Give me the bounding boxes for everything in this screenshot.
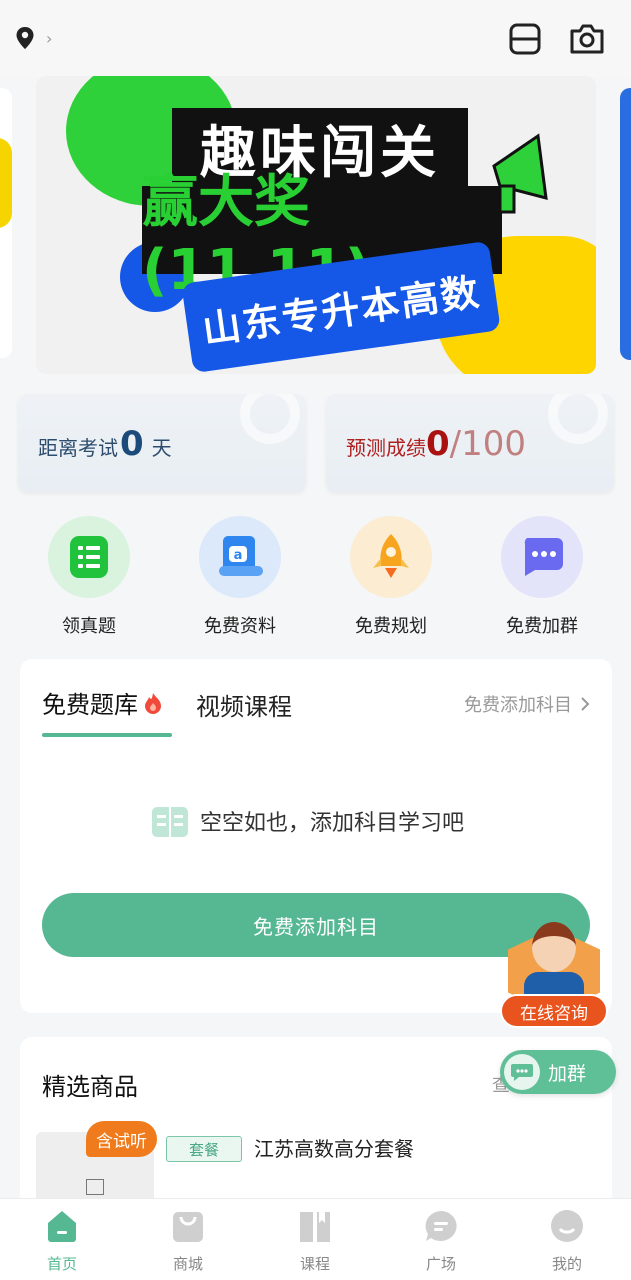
bottom-tab-bar: 首页 商城 课程 广场 我的 (0, 1198, 631, 1280)
gear-decoration-icon (548, 394, 608, 444)
tab-video-courses[interactable]: 视频课程 (196, 687, 292, 722)
tab-active-indicator (42, 733, 172, 737)
chevron-right-icon (581, 697, 590, 711)
tab-label: 广场 (425, 1255, 456, 1273)
quick-action-label: 免费资料 (204, 616, 276, 637)
agent-avatar-icon (532, 922, 576, 972)
quick-action-free-group[interactable]: 免费加群 (497, 516, 587, 638)
chat-bubble-icon (501, 516, 583, 598)
tab-store[interactable]: 商城 (148, 1209, 228, 1274)
megaphone-icon (492, 133, 548, 214)
exam-countdown-card[interactable]: 距离考试 0 天 (18, 394, 306, 492)
tab-home[interactable]: 首页 (22, 1209, 102, 1274)
join-group-label: 加群 (548, 1062, 587, 1085)
package-tag: 套餐 (166, 1136, 242, 1162)
quick-action-label: 免费规划 (355, 616, 427, 637)
scan-icon[interactable] (506, 20, 544, 58)
quick-action-free-planning[interactable]: 免费规划 (346, 516, 436, 638)
gear-decoration-icon (240, 394, 300, 444)
message-icon (425, 1211, 457, 1241)
trial-badge: 含试听 (86, 1121, 157, 1157)
location-pin-icon (16, 27, 34, 49)
chat-icon (504, 1054, 540, 1090)
predicted-score-value: 0 (426, 424, 450, 464)
tab-profile[interactable]: 我的 (527, 1209, 607, 1274)
empty-state-text: 空空如也，添加科目学习吧 (200, 811, 465, 836)
camera-icon[interactable] (568, 20, 606, 58)
tab-label: 课程 (299, 1255, 330, 1273)
document-scroll-icon: a (199, 516, 281, 598)
rocket-icon (350, 516, 432, 598)
quick-action-free-materials[interactable]: a 免费资料 (195, 516, 285, 638)
tab-label: 我的 (551, 1255, 582, 1273)
profile-icon (551, 1210, 583, 1242)
join-group-button[interactable]: 加群 (500, 1050, 616, 1094)
svg-text:a: a (234, 548, 243, 563)
empty-book-icon (152, 807, 188, 837)
predicted-score-label: 预测成绩 (346, 436, 426, 460)
exam-countdown-unit: 天 (151, 436, 172, 460)
predicted-score-card[interactable]: 预测成绩 0 /100 (326, 394, 614, 492)
shopping-bag-icon (173, 1212, 203, 1242)
tab-free-question-bank[interactable]: 免费题库 (42, 685, 164, 720)
banner-prev-peek[interactable] (0, 88, 12, 358)
promo-banner[interactable]: 趣味闯关 赢大奖(11.11) 山东专升本高数 (36, 76, 596, 374)
empty-state: 空空如也，添加科目学习吧 (150, 803, 464, 839)
banner-next-peek[interactable] (620, 88, 631, 360)
tab-square[interactable]: 广场 (401, 1209, 481, 1274)
tab-label: 首页 (46, 1255, 77, 1273)
quick-action-label: 免费加群 (506, 616, 578, 637)
add-subject-link-label: 免费添加科目 (464, 695, 572, 716)
image-placeholder-icon (86, 1179, 104, 1195)
tab-label: 免费题库 (42, 691, 138, 719)
quick-action-exam-papers[interactable]: 领真题 (44, 516, 134, 638)
exam-paper-icon (48, 516, 130, 598)
chevron-right-icon: › (46, 28, 53, 48)
predicted-score-total: /100 (449, 424, 527, 464)
add-subject-link[interactable]: 免费添加科目 (464, 691, 590, 717)
top-bar: › (0, 0, 631, 78)
online-consult-widget[interactable]: 在线咨询 (500, 918, 610, 1030)
book-icon (300, 1212, 330, 1242)
tab-courses[interactable]: 课程 (275, 1209, 355, 1274)
product-name[interactable]: 江苏高数高分套餐 (254, 1133, 414, 1162)
exam-countdown-label: 距离考试 (38, 436, 118, 460)
exam-countdown-value: 0 (120, 424, 144, 464)
tab-label: 商城 (172, 1255, 203, 1273)
online-consult-label: 在线咨询 (500, 994, 608, 1028)
fire-icon (145, 692, 161, 714)
quick-action-label: 领真题 (62, 616, 116, 637)
home-icon (48, 1211, 76, 1242)
location-selector[interactable]: › (14, 26, 52, 50)
section-title: 精选商品 (42, 1073, 138, 1101)
